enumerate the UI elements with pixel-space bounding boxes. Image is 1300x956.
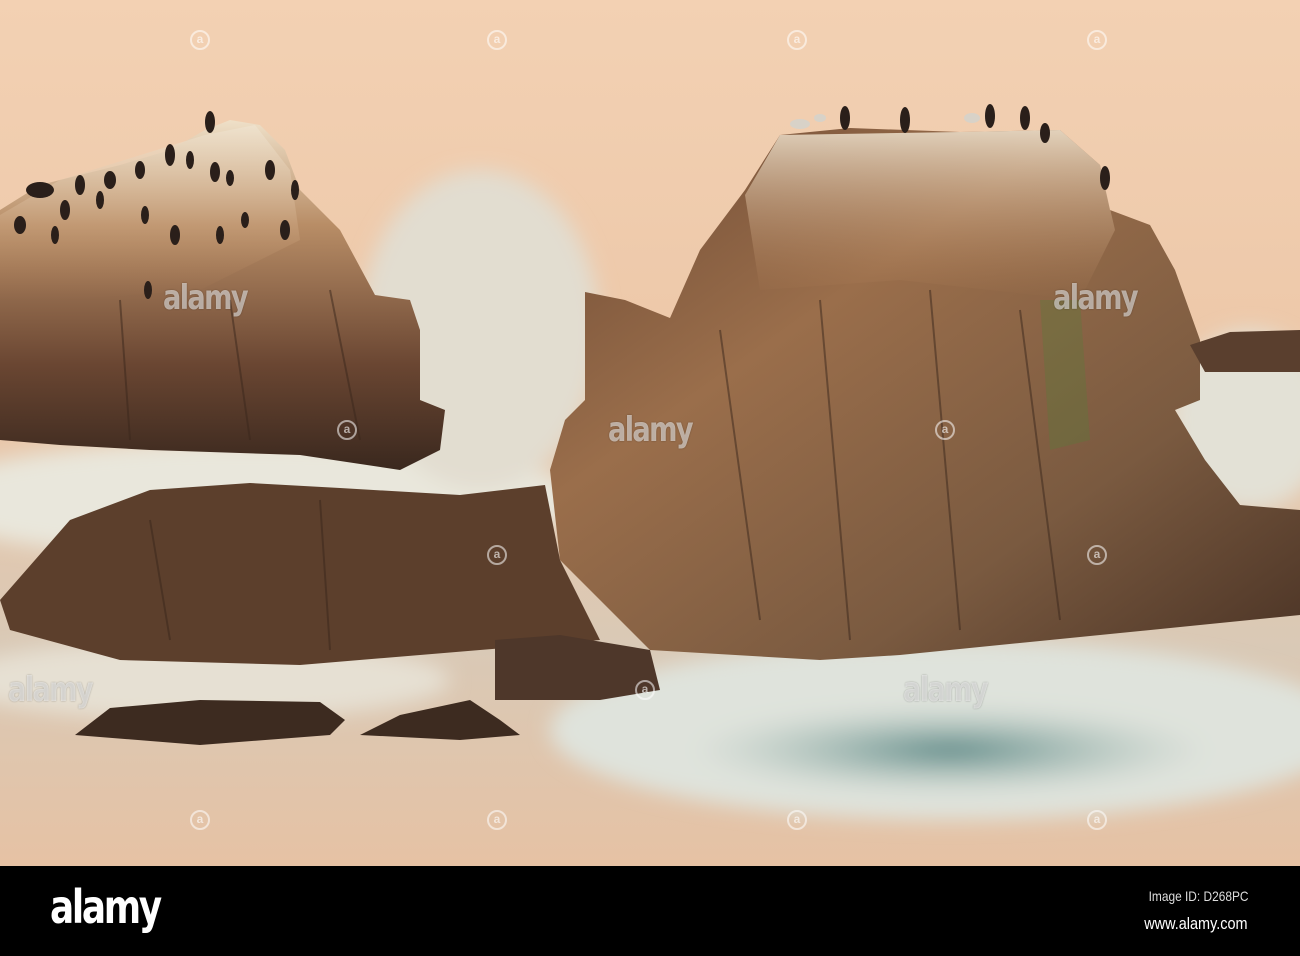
watermark-logo: a — [487, 545, 507, 565]
watermark-text: alamy — [607, 410, 694, 450]
watermark-logo: a — [1087, 545, 1107, 565]
watermark-logo: a — [337, 420, 357, 440]
watermark-logo: a — [487, 30, 507, 50]
alamy-logo: alamy — [50, 880, 162, 934]
watermark-logo: a — [190, 30, 210, 50]
watermark-logo: a — [1087, 810, 1107, 830]
watermark-text: alamy — [162, 278, 249, 318]
footer-bar: alamy Image ID: D268PC www.alamy.com — [0, 866, 1300, 956]
guano-right — [745, 130, 1115, 300]
watermark-logo: a — [487, 810, 507, 830]
site-url[interactable]: www.alamy.com — [1145, 914, 1248, 934]
watermark-logo: a — [787, 810, 807, 830]
watermark-logo: a — [190, 810, 210, 830]
watermark-text: alamy — [7, 670, 94, 710]
watermark-logo: a — [635, 680, 655, 700]
watermark-logo: a — [787, 30, 807, 50]
stock-photo-frame: alamy alamy alamy alamy alamy a a a a a … — [0, 0, 1300, 956]
image-id: Image ID: D268PC — [1148, 888, 1248, 904]
watermark-logo: a — [1087, 30, 1107, 50]
watermark-text: alamy — [1052, 278, 1139, 318]
watermark-logo: a — [935, 420, 955, 440]
watermark-text: alamy — [902, 670, 989, 710]
